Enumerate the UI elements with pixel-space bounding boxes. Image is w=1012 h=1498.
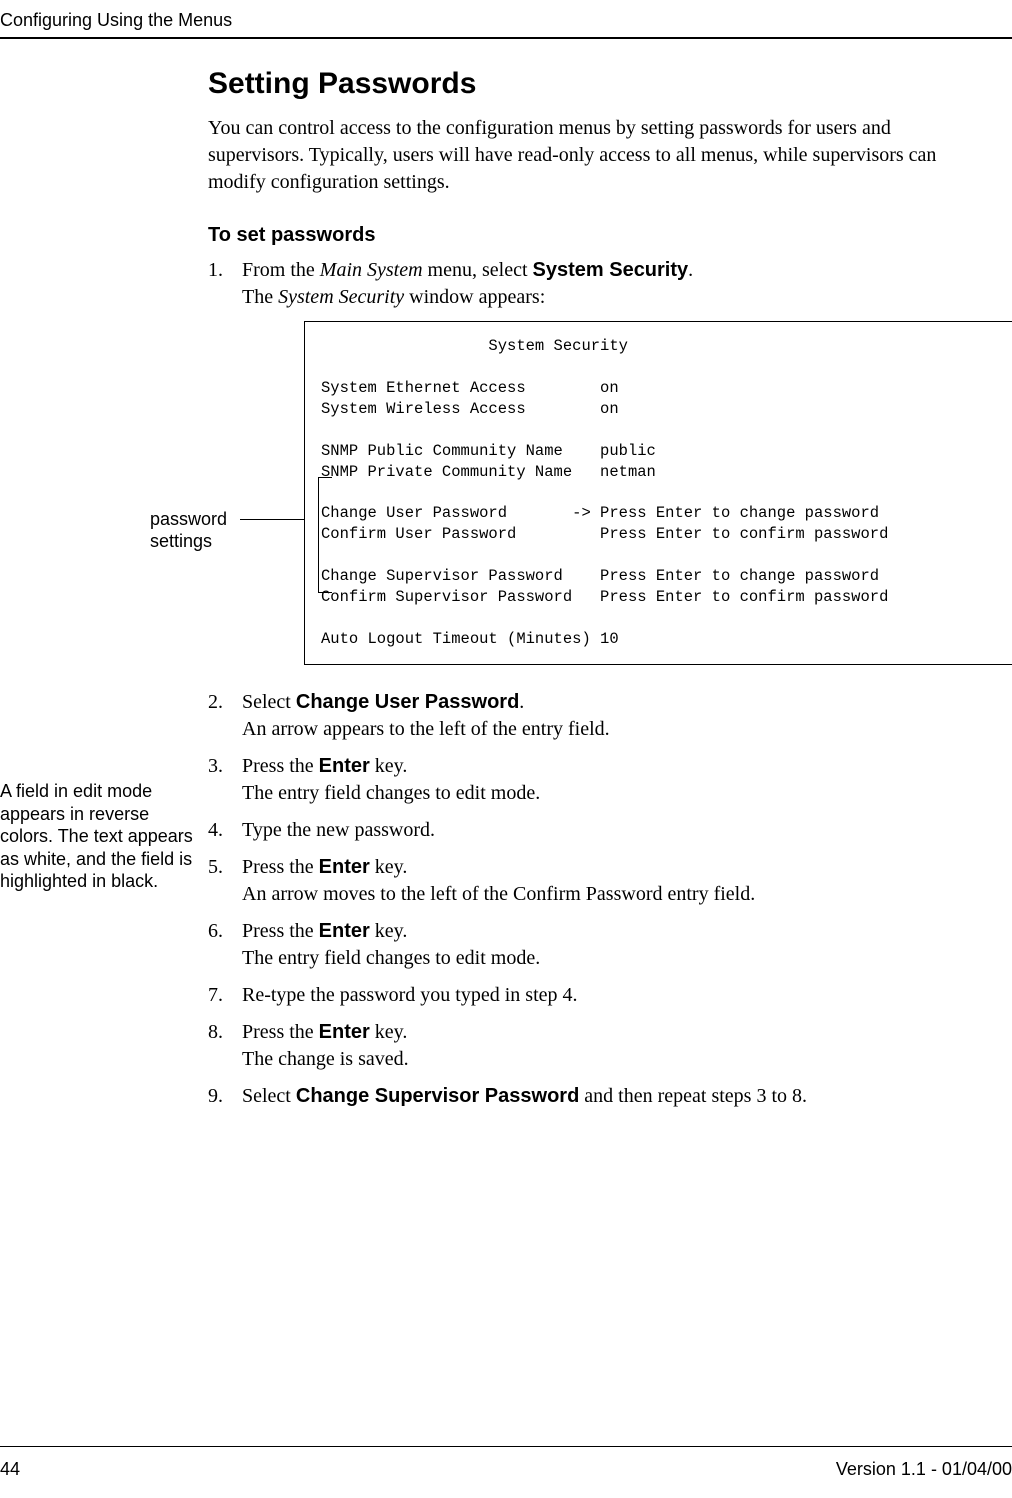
step-6-text-a: Press the — [242, 920, 319, 942]
step-8-text-b: key. — [370, 1021, 408, 1043]
step-8-ui: Enter — [319, 1021, 370, 1043]
running-header: Configuring Using the Menus — [0, 10, 1012, 31]
step-5-ui: Enter — [319, 856, 370, 878]
callout-password-settings: password settings — [150, 509, 240, 552]
step-number: 7. — [208, 982, 242, 1009]
step-number: 3. — [208, 753, 242, 807]
step-5-text-b: key. — [370, 856, 408, 878]
step-5-result: An arrow moves to the left of the Confir… — [242, 883, 755, 905]
step-6-result: The entry field changes to edit mode. — [242, 947, 540, 969]
page-number: 44 — [0, 1459, 20, 1480]
step-number: 5. — [208, 854, 242, 908]
step-8: 8. Press the Enter key. The change is sa… — [208, 1019, 968, 1073]
step-9: 9. Select Change Supervisor Password and… — [208, 1083, 968, 1110]
step-9-text-b: and then repeat steps 3 to 8. — [579, 1085, 807, 1107]
step-2-text-b: . — [519, 691, 524, 713]
step-3-text-b: key. — [370, 755, 408, 777]
system-security-terminal: System Security System Ethernet Access o… — [304, 321, 1012, 665]
step-2-text-a: Select — [242, 691, 296, 713]
step-1-result-em: System Security — [278, 286, 404, 308]
step-8-result: The change is saved. — [242, 1048, 409, 1070]
step-3-ui: Enter — [319, 755, 370, 777]
step-number: 2. — [208, 689, 242, 743]
step-1-menu: Main System — [320, 259, 423, 281]
step-6-ui: Enter — [319, 920, 370, 942]
step-number: 8. — [208, 1019, 242, 1073]
step-1-text-b: menu, select — [423, 259, 533, 281]
step-5-text-a: Press the — [242, 856, 319, 878]
step-2-result: An arrow appears to the left of the entr… — [242, 718, 610, 740]
step-1-result-a: The — [242, 286, 278, 308]
margin-note-edit-mode: A field in edit mode appears in reverse … — [0, 780, 200, 893]
intro-paragraph: You can control access to the configurat… — [208, 115, 968, 196]
step-4-text: Type the new password. — [242, 819, 435, 841]
step-1-text-c: . — [688, 259, 693, 281]
step-1-result-b: window appears: — [404, 286, 545, 308]
step-6-text-b: key. — [370, 920, 408, 942]
step-6: 6. Press the Enter key. The entry field … — [208, 918, 968, 972]
step-1-text-a: From the — [242, 259, 320, 281]
step-8-text-a: Press the — [242, 1021, 319, 1043]
page-title: Setting Passwords — [208, 67, 968, 101]
version-label: Version 1.1 - 01/04/00 — [836, 1459, 1012, 1480]
step-3-text-a: Press the — [242, 755, 319, 777]
step-7-text: Re-type the password you typed in step 4… — [242, 984, 578, 1006]
callout-bracket — [318, 477, 332, 593]
step-number: 6. — [208, 918, 242, 972]
step-9-ui: Change Supervisor Password — [296, 1085, 579, 1107]
subheading-to-set-passwords: To set passwords — [208, 224, 968, 247]
step-9-text-a: Select — [242, 1085, 296, 1107]
step-1-ui: System Security — [533, 259, 689, 281]
step-3-result: The entry field changes to edit mode. — [242, 782, 540, 804]
step-2-ui: Change User Password — [296, 691, 519, 713]
step-2: 2. Select Change User Password. An arrow… — [208, 689, 968, 743]
step-3: 3. Press the Enter key. The entry field … — [208, 753, 968, 807]
step-number: 1. — [208, 257, 242, 679]
step-1: 1. From the Main System menu, select Sys… — [208, 257, 968, 679]
step-5: 5. Press the Enter key. An arrow moves t… — [208, 854, 968, 908]
step-number: 9. — [208, 1083, 242, 1110]
callout-line — [240, 519, 304, 520]
step-number: 4. — [208, 817, 242, 844]
step-4: 4. Type the new password. — [208, 817, 968, 844]
step-7: 7. Re-type the password you typed in ste… — [208, 982, 968, 1009]
